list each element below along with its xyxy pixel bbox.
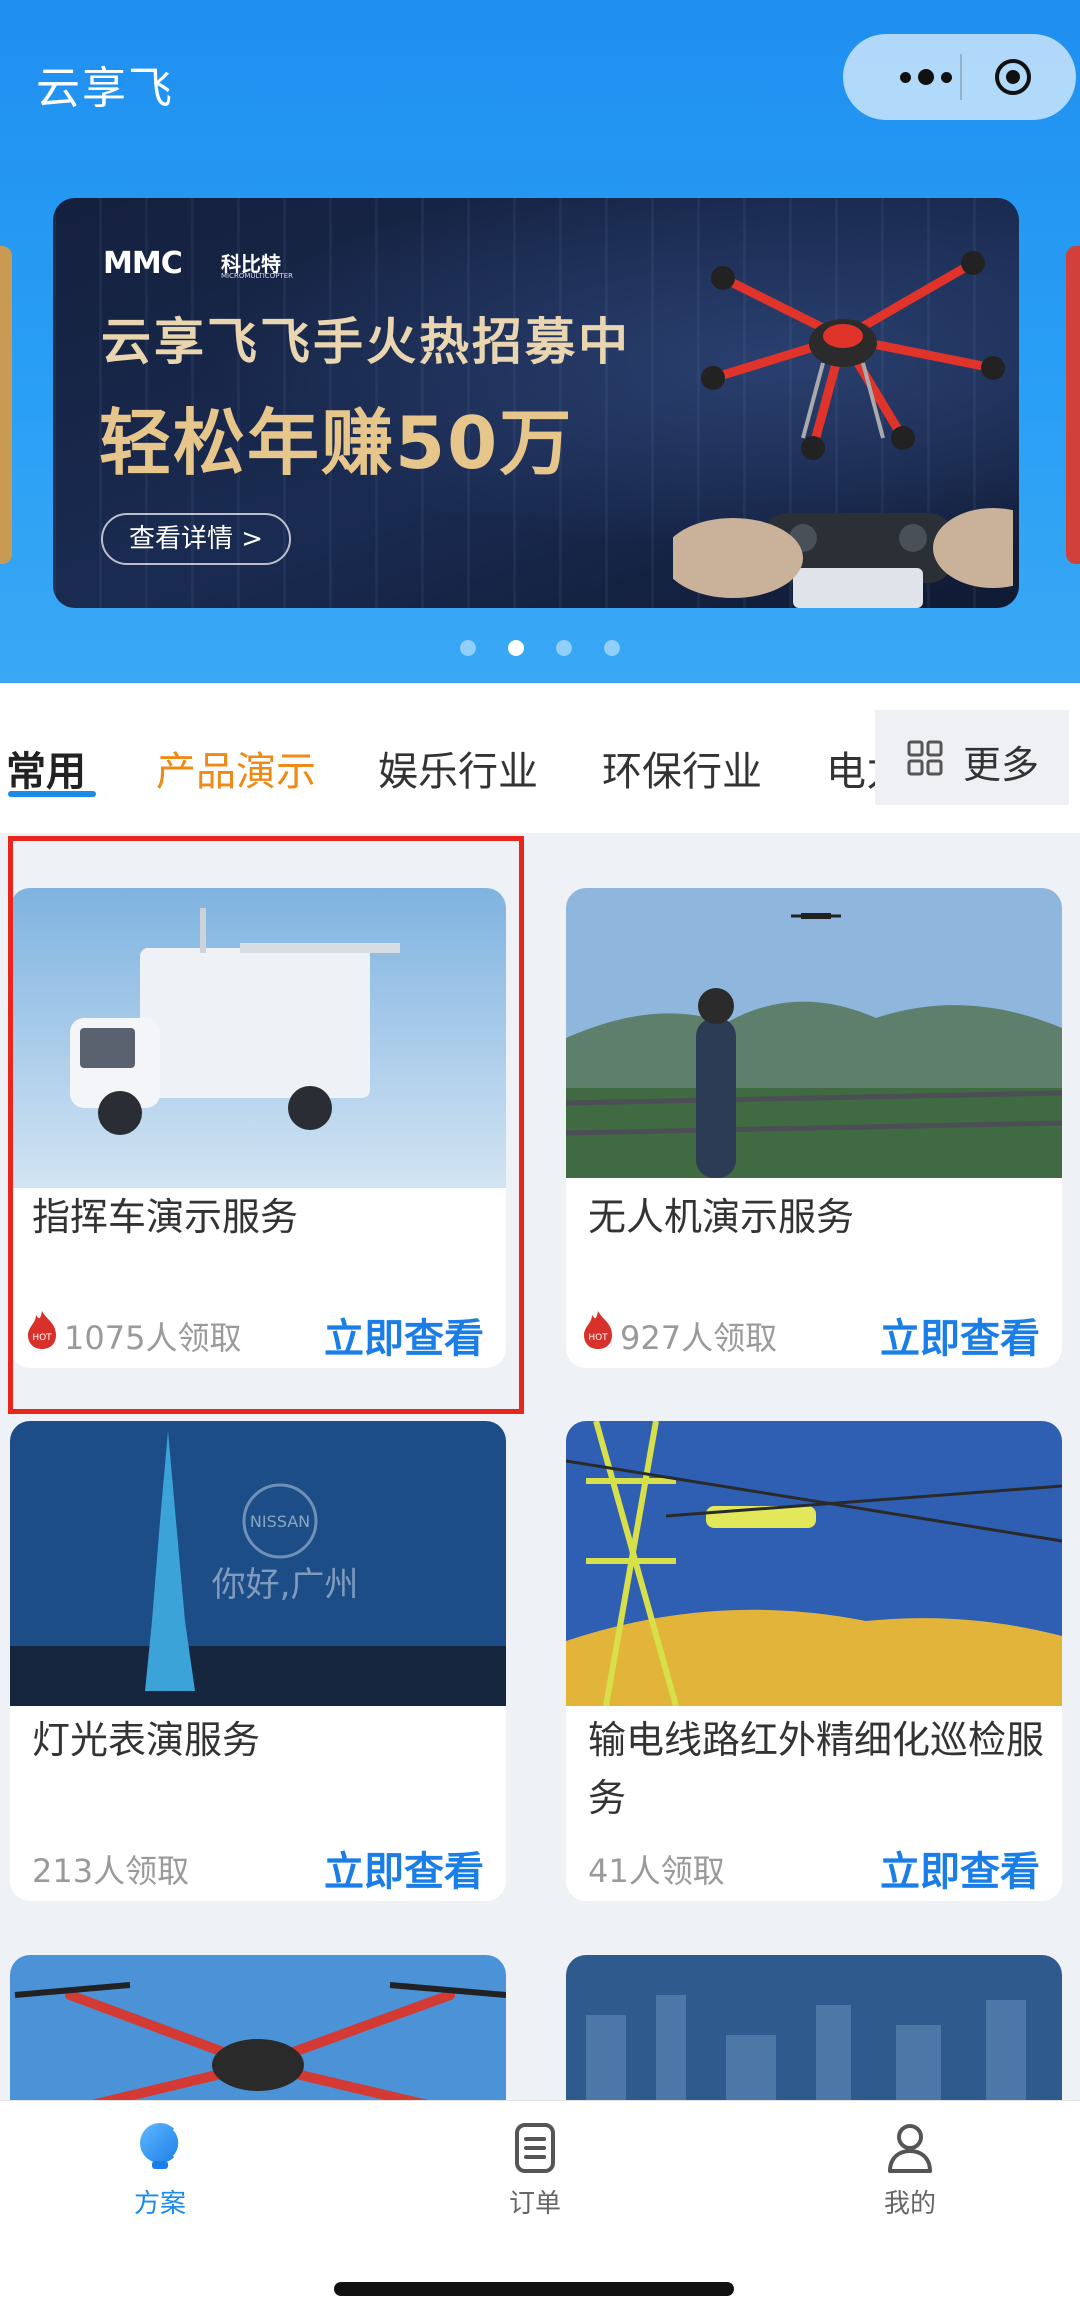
more-label: 更多 [963, 743, 1040, 787]
service-card[interactable]: 无人机演示服务 HOT 927人领取 立即查看 [566, 888, 1062, 1368]
city-aerial-image [566, 1955, 1062, 2100]
claim-count: 927人领取 [620, 1319, 778, 1357]
carousel-dot[interactable] [460, 640, 476, 656]
promo-banner[interactable]: MMC 科比特 MICROMULTICOPTER 云享飞飞手火热招募中 轻松年赚… [53, 198, 1019, 608]
card-title: 灯光表演服务 [32, 1718, 261, 1762]
service-card[interactable] [10, 1955, 506, 2100]
hot-icon: HOT [584, 1311, 612, 1349]
banner-slogan: 轻松年赚50万 [99, 401, 574, 485]
view-now-button[interactable]: 立即查看 [880, 1839, 1040, 1897]
app-title: 云享飞 [36, 63, 174, 114]
carousel-dot-active[interactable] [508, 640, 524, 656]
brand-subtitle: MICROMULTICOPTER [221, 272, 293, 280]
tab-product-demo[interactable]: 产品演示 [156, 739, 316, 797]
drone-image [673, 251, 1013, 608]
claim-count: 41人领取 [588, 1852, 725, 1890]
carousel-dot[interactable] [556, 640, 572, 656]
order-list-icon [515, 2123, 555, 2173]
tabbar-item-orders[interactable]: 订单 [455, 2117, 615, 2220]
miniprogram-capsule [843, 34, 1076, 120]
tabbar-item-profile[interactable]: 我的 [830, 2117, 990, 2220]
tab-power[interactable]: 电力 [826, 739, 880, 797]
carousel-dot[interactable] [604, 640, 620, 656]
hot-badge-text: HOT [588, 1333, 608, 1343]
tabbar-item-plans[interactable]: 方案 [80, 2117, 240, 2220]
service-card[interactable]: NISSAN 你好,广州 灯光表演服务 213人领取 立即查看 [10, 1421, 506, 1901]
bulb-icon [140, 2123, 182, 2169]
carousel-indicator [0, 640, 1080, 656]
view-now-button[interactable]: 立即查看 [880, 1306, 1040, 1364]
tab-active-indicator [8, 791, 96, 797]
card-title: 无人机演示服务 [588, 1195, 855, 1239]
view-now-button[interactable]: 立即查看 [324, 1839, 484, 1897]
capsule-divider [960, 54, 962, 100]
banner-detail-button[interactable]: 查看详情 > [101, 513, 291, 565]
service-card[interactable] [566, 1955, 1062, 2100]
user-icon [888, 2124, 932, 2173]
header: 云享飞 MMC 科比特 MICROMULTICOPTER 云享飞飞手火热招募中 … [0, 0, 1080, 683]
overlay-text: 你好,广州 [212, 1565, 359, 1605]
drone-demo-image [566, 888, 1062, 1178]
banner-headline: 云享飞飞手火热招募中 [101, 313, 631, 371]
tabbar-label: 我的 [883, 2189, 936, 2219]
tab-environment[interactable]: 环保行业 [602, 739, 762, 797]
grid-icon [907, 740, 943, 776]
tab-entertainment[interactable]: 娱乐行业 [378, 739, 538, 797]
more-menu-button[interactable] [881, 60, 971, 94]
infrared-inspection-image [566, 1421, 1062, 1706]
close-target-icon[interactable] [994, 58, 1032, 96]
tabbar-label: 订单 [508, 2189, 561, 2219]
claim-count: 213人领取 [32, 1852, 190, 1890]
overlay-logo: NISSAN [250, 1512, 310, 1531]
card-title: 输电线路红外精细化巡检服务 [588, 1718, 1045, 1820]
tabbar-label: 方案 [133, 2189, 186, 2219]
banner-prev-peek [0, 246, 12, 564]
tab-common[interactable]: 常用 [6, 739, 86, 797]
selection-highlight-box [8, 836, 524, 1414]
service-card[interactable]: 输电线路红外精细化巡检服务 41人领取 立即查看 [566, 1421, 1062, 1901]
brand-logo: MMC [103, 246, 183, 281]
banner-next-peek [1066, 246, 1080, 564]
more-categories-button[interactable]: 更多 [875, 710, 1069, 805]
hexacopter-image [10, 1955, 506, 2100]
home-indicator[interactable] [334, 2282, 734, 2296]
more-dots-icon [900, 71, 911, 83]
light-show-image: NISSAN 你好,广州 [10, 1421, 506, 1706]
